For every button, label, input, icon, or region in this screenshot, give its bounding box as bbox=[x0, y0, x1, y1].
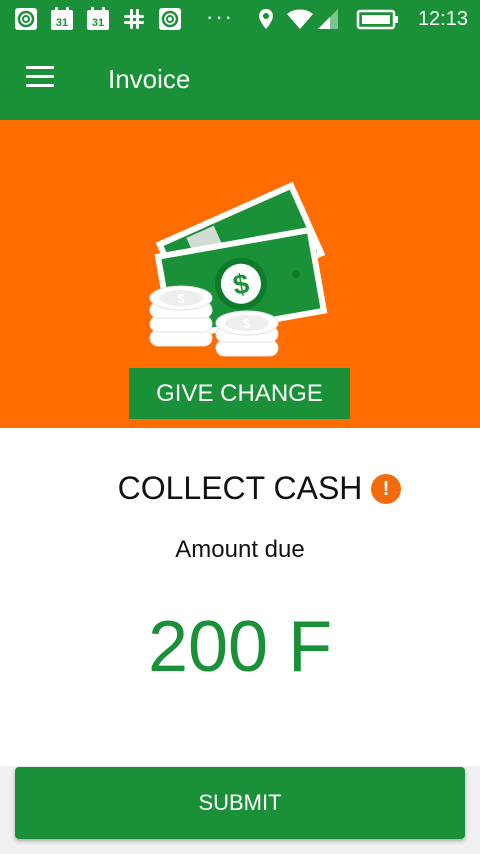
calendar-icon: 31 bbox=[87, 7, 109, 30]
app-bar: Invoice bbox=[0, 38, 480, 120]
svg-text:$: $ bbox=[243, 316, 251, 331]
signal-icon bbox=[318, 9, 338, 29]
hamburger-menu-icon[interactable] bbox=[26, 66, 58, 92]
submit-button[interactable]: SUBMIT bbox=[15, 767, 465, 839]
amount-due-value: 200 F bbox=[147, 607, 333, 687]
collect-cash-header: COLLECT CASH bbox=[0, 470, 480, 507]
warning-icon[interactable]: ! bbox=[371, 474, 401, 504]
calendar-day-label: 31 bbox=[92, 17, 104, 29]
calendar-day-label: 31 bbox=[56, 17, 68, 29]
status-time: 12:13 bbox=[417, 8, 468, 30]
more-notifications-icon: ··· bbox=[206, 4, 234, 29]
slack-icon bbox=[124, 9, 144, 29]
wifi-icon bbox=[287, 9, 313, 29]
cash-money-icon: $ $ $ bbox=[149, 181, 328, 357]
hero-banner: $ $ $ GIVE CHANGE bbox=[0, 120, 480, 428]
app-logo-icon bbox=[159, 8, 181, 30]
page-title: Invoice bbox=[108, 64, 191, 94]
amount-due-label: Amount due bbox=[175, 536, 305, 563]
location-icon bbox=[259, 9, 273, 29]
svg-text:$: $ bbox=[177, 291, 185, 306]
give-change-button[interactable]: GIVE CHANGE bbox=[129, 368, 350, 419]
battery-icon bbox=[356, 9, 398, 30]
app-logo-icon bbox=[15, 8, 37, 30]
status-bar: 31 31 ··· 12:13 bbox=[0, 0, 480, 38]
calendar-icon: 31 bbox=[51, 7, 73, 30]
collect-cash-title: COLLECT CASH bbox=[117, 470, 363, 506]
